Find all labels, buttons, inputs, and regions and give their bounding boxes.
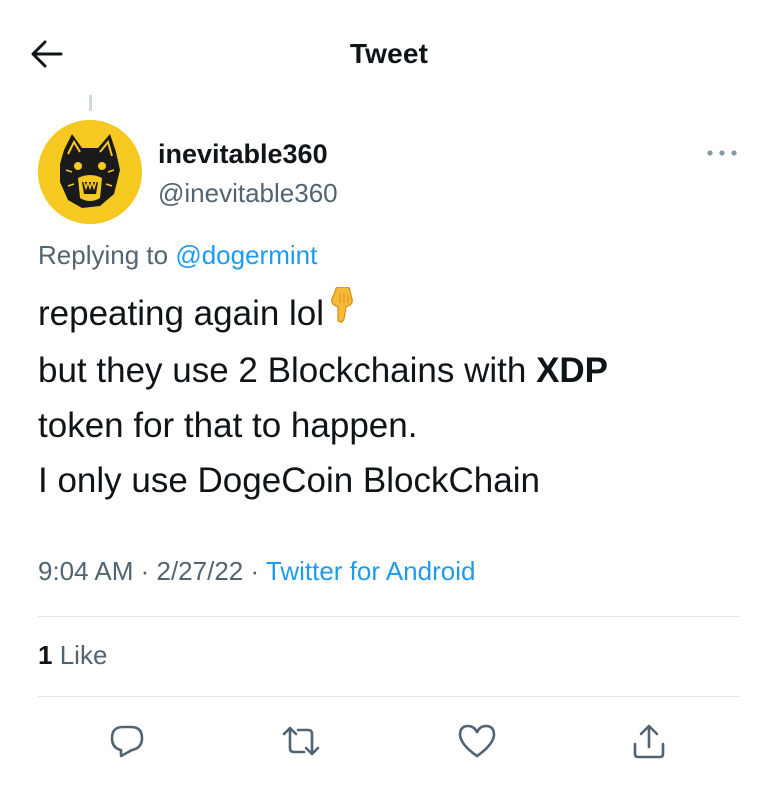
tweet-timestamp: 9:04 AM · 2/27/22 ·	[38, 556, 266, 586]
author-display-name[interactable]: inevitable360	[158, 138, 338, 170]
action-bar	[0, 716, 778, 766]
tweet-source-link[interactable]: Twitter for Android	[266, 556, 476, 586]
replying-to: Replying to @dogermint	[38, 240, 317, 271]
likes-stat[interactable]: 1 Like	[38, 640, 107, 671]
likes-count: 1	[38, 640, 53, 670]
thread-connector-line	[89, 95, 92, 111]
avatar-image	[38, 120, 142, 224]
tweet-line-3: token for that to happen.	[38, 406, 418, 446]
heart-icon	[458, 724, 496, 758]
author-info: inevitable360 @inevitable360	[158, 138, 338, 210]
share-button[interactable]	[624, 716, 674, 766]
tweet-line-1-text: repeating again lol	[38, 294, 325, 333]
retweet-button[interactable]	[276, 716, 326, 766]
tweet-line-2-text: but they use 2 Blockchains with	[38, 351, 527, 391]
more-dots-icon	[707, 150, 737, 156]
share-icon	[633, 724, 665, 759]
reply-button[interactable]	[102, 716, 152, 766]
retweet-icon	[282, 726, 320, 756]
like-button[interactable]	[452, 716, 502, 766]
backhand-index-pointing-down-icon	[326, 284, 356, 339]
tweet-line-2: but they use 2 Blockchains with XDP	[38, 343, 748, 398]
tweet-line-1: repeating again lol	[38, 286, 748, 343]
header: Tweet	[0, 0, 778, 110]
reply-mention-link[interactable]: @dogermint	[175, 240, 317, 270]
tweet-meta: 9:04 AM · 2/27/22 · Twitter for Android	[38, 556, 475, 587]
tweet-line-4: I only use DogeCoin BlockChain	[38, 461, 540, 501]
replying-to-label: Replying to	[38, 240, 169, 270]
page-title: Tweet	[349, 38, 429, 69]
avatar[interactable]	[38, 120, 142, 224]
tweet-bold-token: XDP	[536, 351, 609, 391]
tweet-text: repeating again lol but they use 2 Block…	[38, 286, 748, 508]
author-handle[interactable]: @inevitable360	[158, 176, 338, 210]
reply-icon	[110, 725, 144, 758]
divider-top	[38, 616, 740, 617]
divider-bottom	[38, 696, 740, 697]
likes-label: Like	[59, 640, 108, 670]
more-options-button[interactable]	[700, 142, 744, 164]
